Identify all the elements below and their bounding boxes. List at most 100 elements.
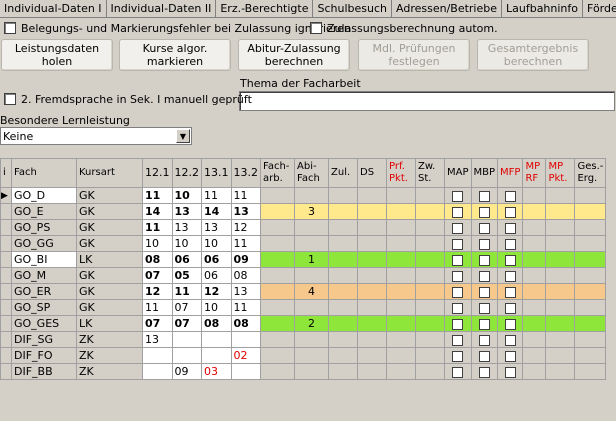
checkbox[interactable] [504,318,516,330]
column-header[interactable]: MAP [444,158,472,188]
checkbox[interactable] [452,286,464,298]
checkbox[interactable] [478,318,490,330]
checkbox[interactable] [452,366,464,378]
second-language-label: 2. Fremdsprache in Sek. I manuell geprüf… [21,92,252,106]
checkbox[interactable] [478,238,490,250]
second-language-checkbox[interactable] [4,93,16,105]
checkbox[interactable] [452,222,464,234]
oral-exams-button[interactable]: Mdl. Prüfungen festlegen [358,39,470,71]
grade-cell: 11 [171,283,202,300]
tab-3[interactable]: Schulbesuch [313,0,392,17]
column-header[interactable]: Abi-Fach [294,158,329,188]
checkbox[interactable] [504,286,516,298]
checkbox[interactable] [504,366,516,378]
checkbox[interactable] [452,302,464,314]
course-type-cell: GK [76,187,143,204]
exam-checkbox-cell [497,203,524,220]
checkbox[interactable] [504,254,516,266]
checkbox[interactable] [504,222,516,234]
column-header[interactable]: DS [357,158,387,188]
checkbox[interactable] [452,270,464,282]
special-performance-select[interactable]: Keine ▼ [0,127,192,145]
auto-calc-checkbox[interactable] [310,22,322,34]
load-performance-button[interactable]: Leistungsdaten holen [1,39,113,71]
checkbox[interactable] [478,222,490,234]
column-header[interactable]: MFP [497,158,524,188]
checkbox[interactable] [478,286,490,298]
column-header[interactable]: Fach [11,158,77,188]
column-header[interactable]: Prf. Pkt. [386,158,416,188]
checkbox[interactable] [478,334,490,346]
row-indicator [0,235,12,252]
exam-cell: 2 [294,315,329,332]
table-row[interactable]: GO_ER GK 12 11 12 13 4 [0,283,607,300]
checkbox[interactable] [478,206,490,218]
column-header[interactable]: 13.2 [230,158,261,188]
checkbox[interactable] [478,302,490,314]
checkbox[interactable] [504,350,516,362]
mark-courses-button[interactable]: Kurse algor. markieren [119,39,231,71]
column-header[interactable]: Fach-arb. [260,158,295,188]
ignore-errors-checkbox[interactable] [4,22,16,34]
exam-cell [415,251,445,268]
tab-0[interactable]: Individual-Daten I [0,0,107,17]
column-header[interactable]: 12.1 [142,158,173,188]
checkbox[interactable] [478,254,490,266]
column-header[interactable]: Zw. St. [415,158,445,188]
column-header[interactable]: Kursart [76,158,143,188]
column-header[interactable]: i [0,158,12,188]
result-cell [545,267,576,284]
table-row[interactable]: ▶ GO_D GK 11 10 11 11 [0,187,607,204]
total-result-button[interactable]: Gesamtergebnis berechnen [477,39,589,71]
checkbox[interactable] [504,206,516,218]
table-row[interactable]: GO_M GK 07 05 06 08 [0,267,607,284]
column-header[interactable]: MP Pkt. [545,158,576,188]
tab-1[interactable]: Individual-Daten II [107,0,217,17]
tab-2[interactable]: Erz.-Berechtigte [216,0,314,17]
table-row[interactable]: GO_GES LK 07 07 08 08 2 [0,315,607,332]
table-row[interactable]: GO_PS GK 11 13 13 12 [0,219,607,236]
table-row[interactable]: GO_GG GK 10 10 10 11 [0,235,607,252]
checkbox[interactable] [452,238,464,250]
checkbox[interactable] [504,302,516,314]
exam-cell [328,283,358,300]
thesis-input[interactable] [239,91,615,111]
checkbox[interactable] [504,270,516,282]
checkbox[interactable] [452,350,464,362]
checkbox[interactable] [452,254,464,266]
table-row[interactable]: DIF_BB ZK 09 03 [0,363,607,380]
table-row[interactable]: GO_SP GK 11 07 10 11 [0,299,607,316]
table-row[interactable]: DIF_SG ZK 13 [0,331,607,348]
tab-5[interactable]: Laufbahninfo [502,0,584,17]
second-language-option[interactable]: 2. Fremdsprache in Sek. I manuell geprüf… [4,92,252,106]
exam-cell [357,283,387,300]
checkbox[interactable] [452,334,464,346]
table-row[interactable]: GO_BI LK 08 06 06 09 1 [0,251,607,268]
checkbox[interactable] [452,190,464,202]
column-header[interactable]: 12.2 [171,158,202,188]
column-header[interactable]: Zul. [328,158,358,188]
auto-calc-option[interactable]: Zulassungsberechnung autom. [310,21,498,35]
tab-6[interactable]: Fördermaßnahm [583,0,616,17]
table-row[interactable]: DIF_FO ZK 02 [0,347,607,364]
column-header[interactable]: MBP [470,158,499,188]
checkbox[interactable] [478,190,490,202]
ignore-errors-option[interactable]: Belegungs- und Markierungsfehler bei Zul… [4,21,351,35]
checkbox[interactable] [478,350,490,362]
column-header[interactable]: MP RF [522,158,547,188]
chevron-down-icon[interactable]: ▼ [176,129,190,143]
column-header[interactable]: Ges.-Erg. [574,158,607,188]
column-header[interactable]: 13.1 [201,158,232,188]
calc-admission-button[interactable]: Abitur-Zulassung berechnen [238,39,350,71]
checkbox[interactable] [504,190,516,202]
checkbox[interactable] [452,318,464,330]
tab-4[interactable]: Adressen/Betriebe [392,0,502,17]
exam-checkbox-cell [497,251,524,268]
checkbox[interactable] [478,366,490,378]
checkbox[interactable] [452,206,464,218]
checkbox[interactable] [504,334,516,346]
table-row[interactable]: GO_E GK 14 13 14 13 3 [0,203,607,220]
checkbox[interactable] [504,238,516,250]
checkbox[interactable] [478,270,490,282]
exam-cell [386,299,416,316]
